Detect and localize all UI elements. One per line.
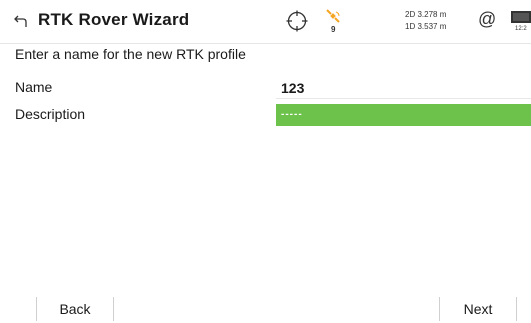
back-button[interactable]: Back [36,297,114,321]
next-button[interactable]: Next [439,297,517,321]
clock-time: 12:2 [515,26,527,32]
crosshair-icon[interactable] [286,10,308,32]
satellite-count: 9 [331,25,336,34]
name-field[interactable]: 123 [276,77,531,99]
name-row: Name 123 [0,77,531,99]
battery-icon[interactable] [511,11,531,23]
description-field[interactable]: ----- [276,104,531,126]
back-arrow-icon[interactable] [13,13,29,29]
description-label: Description [15,106,86,122]
form-prompt: Enter a name for the new RTK profile [15,46,246,62]
name-label: Name [15,79,53,95]
accuracy-readout[interactable]: 2D 3.278 m 1D 3.537 m [405,9,446,33]
description-row: Description ----- [0,104,531,126]
accuracy-1d: 1D 3.537 m [405,22,447,31]
title-bar: RTK Rover Wizard 9 2D 3.278 m 1D 3.537 m… [0,0,531,44]
accuracy-2d: 2D 3.278 m [405,10,447,19]
header-divider [0,43,531,44]
footer-bar: Back Next [0,293,531,323]
at-icon[interactable]: @ [478,9,496,30]
page-title: RTK Rover Wizard [38,10,190,29]
